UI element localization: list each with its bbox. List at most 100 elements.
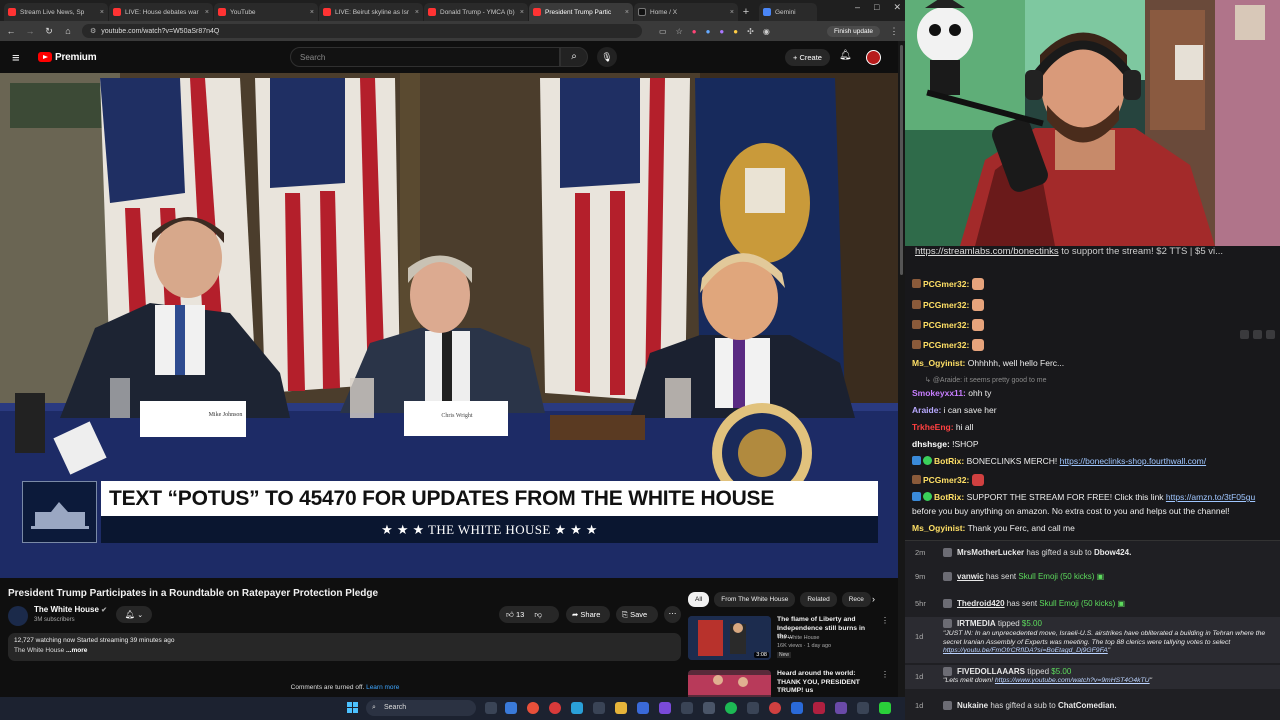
kebab-menu-icon[interactable]: ⋮ [889,26,899,37]
spotify-icon[interactable] [725,702,737,714]
app-icon[interactable] [791,702,803,714]
chip-from-channel[interactable]: From The White House [714,592,796,607]
site-info-icon[interactable]: ⚙ [90,27,96,35]
like-button[interactable]: 👍︎ 13 👎︎ [499,606,559,623]
url-input[interactable]: ⚙ youtube.com/watch?v=W50aSr87n4Q [82,24,642,38]
extension-icon[interactable]: ● [706,27,711,36]
task-view-icon[interactable] [485,702,497,714]
chrome-icon[interactable] [527,702,539,714]
ellipsis-icon: ⋯ [668,609,677,618]
chip-recent[interactable]: Rece [841,592,871,607]
app-icon[interactable] [747,702,759,714]
forward-icon[interactable]: → [25,26,35,36]
tab-2[interactable]: YouTube × [214,3,318,21]
channel-avatar[interactable] [8,606,28,626]
finish-update-button[interactable]: Finish update [826,25,880,37]
bookmark-star-icon[interactable]: ☆ [676,27,683,36]
close-icon[interactable]: × [625,9,629,16]
app-icon[interactable] [703,702,715,714]
app-icon[interactable] [879,702,891,714]
more-link[interactable]: ...more [64,647,87,654]
app-icon[interactable] [813,702,825,714]
close-icon[interactable]: × [310,9,314,16]
subscription-bell-button[interactable]: 🔔︎ ⌄ [116,606,152,623]
more-actions-button[interactable]: ⋯ [664,606,681,623]
thumbs-down-icon[interactable]: 👎︎ [534,610,542,619]
new-tab-button[interactable]: + [739,5,753,19]
profile-icon[interactable]: ◉ [763,27,770,36]
cast-icon[interactable]: ▭ [659,27,667,36]
close-window-icon[interactable]: ✕ [893,2,901,13]
delete-icon[interactable] [1266,330,1275,339]
hamburger-menu-icon[interactable]: ≡ [12,50,26,65]
home-icon[interactable]: ⌂ [63,26,73,36]
kebab-menu-icon[interactable]: ⋮ [881,670,889,679]
extension-icon[interactable]: ● [719,27,724,36]
extension-icon[interactable]: ● [733,27,738,36]
close-icon[interactable]: × [520,9,524,16]
minimize-icon[interactable]: – [855,2,860,13]
close-icon[interactable]: × [415,9,419,16]
streamlabs-link[interactable]: https://streamlabs.com/bonectinks [915,246,1059,257]
kebab-menu-icon[interactable]: ⋮ [881,616,889,625]
taskbar-search[interactable]: ⌕ Search [366,700,476,716]
app-icon[interactable] [681,702,693,714]
tab-6[interactable]: Home / X × [634,3,738,21]
merch-link[interactable]: https://boneclinks-shop.fourthwall.com/ [1060,456,1206,466]
browser-window: Stream Live News, Sp × LIVE: House debate… [0,0,905,697]
search-icon: ⌕ [571,51,577,62]
chat-reply-preview[interactable]: ↳ @Araide: it seems pretty good to me [925,375,1280,386]
reload-icon[interactable]: ↻ [44,26,54,37]
scrollbar-thumb[interactable] [900,45,903,275]
channel-name[interactable]: The White House ✔ [34,605,107,614]
recommendation-thumbnail[interactable] [688,670,771,697]
app-icon[interactable] [835,702,847,714]
learn-more-link[interactable]: Learn more [366,684,399,691]
back-icon[interactable]: ← [6,26,16,36]
share-button[interactable]: ➦ Share [566,606,610,623]
chevron-right-icon[interactable]: › [872,594,875,604]
search-input[interactable]: Search [290,47,560,67]
tab-1[interactable]: LIVE: House debates war × [109,3,213,21]
create-button[interactable]: + Create [785,49,830,66]
account-avatar[interactable] [866,50,881,65]
notifications-bell-icon[interactable]: 🔔︎ [839,50,852,61]
close-icon[interactable]: × [730,9,734,16]
kick-icon [943,701,952,710]
youtube-logo[interactable]: Premium [38,52,97,63]
pin-icon[interactable] [1253,330,1262,339]
puzzle-icon[interactable]: ✣ [747,27,754,36]
close-icon[interactable]: × [205,9,209,16]
app-icon[interactable] [571,702,583,714]
chip-all[interactable]: All [688,592,710,607]
chip-related[interactable]: Related [800,592,837,607]
tab-4[interactable]: Donald Trump - YMCA (b) × [424,3,528,21]
app-icon[interactable] [593,702,605,714]
app-icon[interactable] [659,702,671,714]
amazon-link[interactable]: https://amzn.to/3tF05gu [1166,492,1255,502]
tab-5-active[interactable]: President Trump Partic × [529,3,633,21]
save-button[interactable]: ⎘ Save [616,606,658,623]
windows-start-icon[interactable] [347,702,359,714]
search-button[interactable]: ⌕ [560,47,588,67]
app-icon[interactable] [769,702,781,714]
close-icon[interactable]: × [100,9,104,16]
recommendation-item[interactable]: 3:08 The flame of Liberty and Independen… [688,616,893,661]
tab-0[interactable]: Stream Live News, Sp × [4,3,108,21]
extension-icon[interactable]: ● [692,27,697,36]
voice-search-button[interactable]: 🎙︎ [597,47,617,67]
app-icon[interactable] [505,702,517,714]
youtube-favicon-icon [428,8,436,16]
video-player[interactable]: Mike Johnson Chris Wright TEXT “POTUS” T… [0,73,898,578]
tab-3[interactable]: LIVE: Beirut skyline as Isr × [319,3,423,21]
description-box[interactable]: 12,727 watching now Started streaming 39… [8,633,681,661]
tab-7[interactable]: Gemini [759,3,817,21]
reply-icon[interactable] [1240,330,1249,339]
chrome-icon[interactable] [549,702,561,714]
recommendation-thumbnail[interactable]: 3:08 [688,616,771,660]
recommendation-item[interactable]: Heard around the world: THANK YOU, PRESI… [688,670,893,697]
app-icon[interactable] [637,702,649,714]
file-explorer-icon[interactable] [615,702,627,714]
app-icon[interactable] [857,702,869,714]
maximize-icon[interactable]: □ [874,2,879,13]
